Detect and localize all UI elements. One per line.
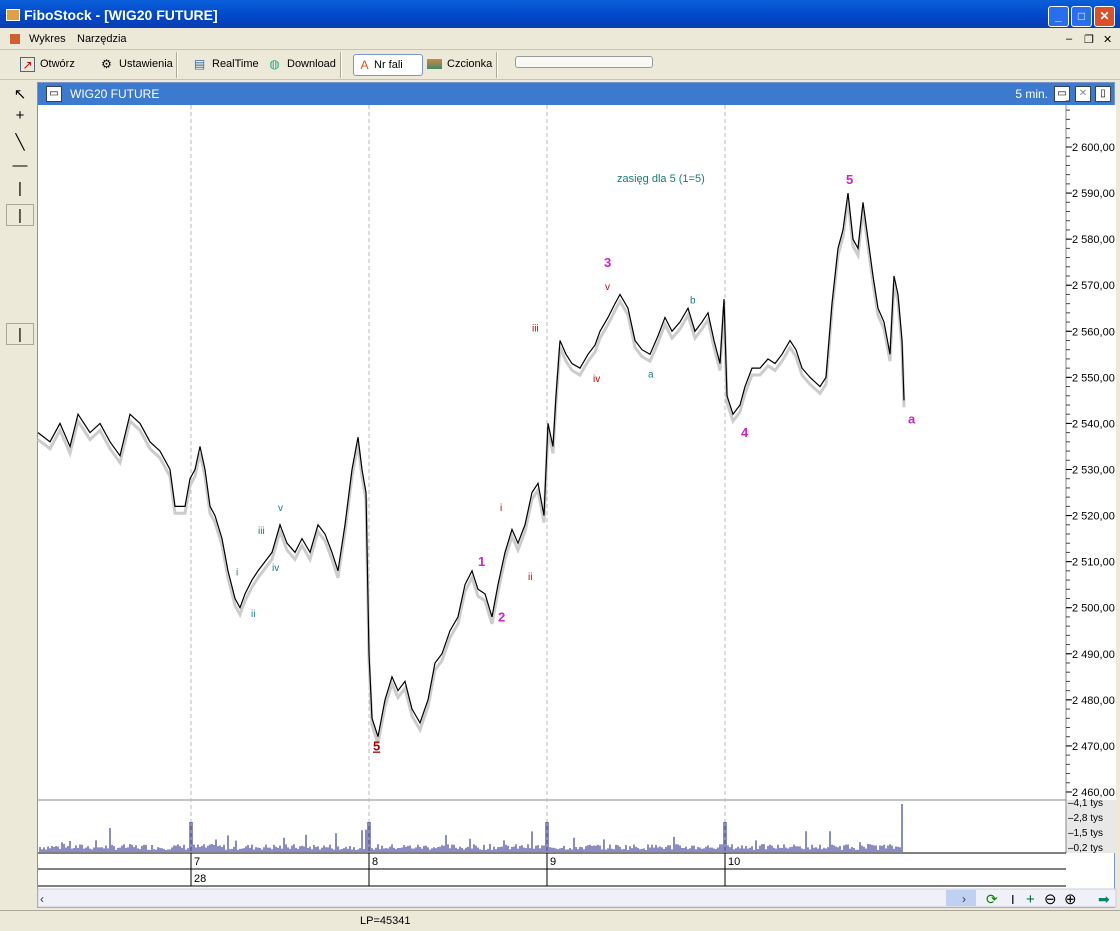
wave-label: i [500, 503, 502, 514]
price-label: 2 480,00 [1072, 695, 1115, 707]
wave-label: a [648, 369, 654, 380]
wave-label: a [908, 411, 916, 426]
price-label: 2 560,00 [1072, 326, 1115, 338]
range-annotation: zasięg dla 5 (1=5) [617, 173, 705, 185]
lp-count: LP=45341 [360, 915, 411, 927]
volume-label: –1,5 tys [1068, 828, 1103, 839]
wave-label: 2 [498, 610, 505, 625]
wave-label: 5 [846, 172, 853, 187]
wave-label: 5 [373, 739, 380, 754]
price-label: 2 540,00 [1072, 418, 1115, 430]
volume-label: –4,1 tys [1068, 798, 1103, 809]
wave-label: ii [251, 609, 255, 620]
volume-label: –2,8 tys [1068, 813, 1103, 824]
price-label: 2 530,00 [1072, 464, 1115, 476]
forward-icon: ➡ [1098, 891, 1110, 907]
wave-label: 3 [604, 255, 611, 270]
wave-label: iv [272, 563, 279, 574]
wave-label: v [278, 503, 283, 514]
price-label: 2 470,00 [1072, 741, 1115, 753]
day-label: 8 [372, 856, 378, 868]
plus-icon: + [1026, 891, 1035, 908]
price-label: 2 580,00 [1072, 234, 1115, 246]
day-label: 9 [550, 856, 556, 868]
price-label: 2 500,00 [1072, 603, 1115, 615]
price-label: 2 520,00 [1072, 511, 1115, 523]
cursor-icon: I [1011, 892, 1015, 907]
price-chart[interactable]: 2 600,00 2 590,00 2 580,00 2 570,00 2 560,00… [0, 0, 1120, 931]
wave-label: 4 [741, 425, 749, 440]
refresh-icon: ⟳ [986, 891, 998, 907]
status-bar: LP=45341 [0, 910, 1120, 931]
wave-label: iv [593, 374, 600, 385]
day-label: 10 [728, 856, 740, 868]
volume-label: –0,2 tys [1068, 843, 1103, 854]
price-label: 2 590,00 [1072, 188, 1115, 200]
scroll-thumb [946, 890, 976, 906]
wave-label: iii [258, 526, 265, 537]
price-range-shadow [37, 199, 906, 745]
wave-label: ii [528, 572, 532, 583]
month-label: 28 [194, 873, 206, 885]
price-label: 2 550,00 [1072, 372, 1115, 384]
price-label: 2 570,00 [1072, 280, 1115, 292]
zoom-out-icon: ⊖ [1044, 891, 1057, 908]
scroll-left-button: ‹ [40, 892, 44, 906]
price-label: 2 510,00 [1072, 557, 1115, 569]
wave-label: 1 [478, 554, 485, 569]
price-line [37, 192, 905, 737]
wave-label: i [236, 567, 238, 578]
price-label: 2 600,00 [1072, 142, 1115, 154]
wave-label: v [605, 282, 610, 293]
wave-label: b [690, 296, 696, 307]
wave-label: iii [532, 323, 539, 334]
scroll-right-button: › [962, 892, 966, 906]
price-label: 2 490,00 [1072, 649, 1115, 661]
day-label: 7 [194, 856, 200, 868]
zoom-in-icon: ⊕ [1064, 891, 1077, 908]
